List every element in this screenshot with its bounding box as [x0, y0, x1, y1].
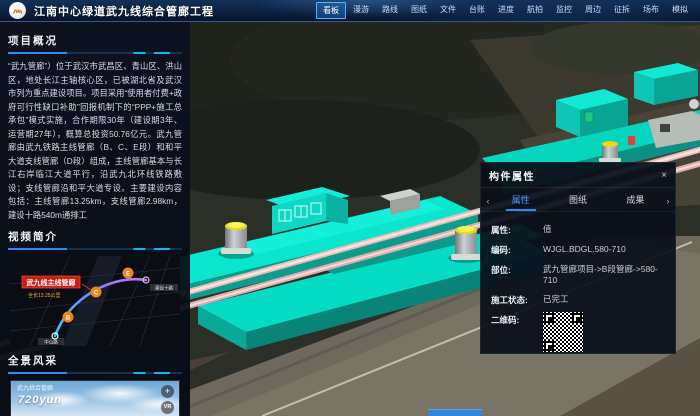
- field-list: 属性: 值 编码: WJGL.BDGL.580-710 部位: 武九管廊项目->…: [481, 212, 675, 352]
- nav-item-site-layout[interactable]: 场布: [637, 2, 665, 19]
- panel-header: 构件属性 ×: [481, 163, 675, 188]
- construction-status-value: 已完工: [543, 294, 569, 305]
- field-row-status: 施工状态: 已完工: [491, 294, 665, 306]
- field-row-qrcode: 二维码:: [491, 314, 665, 352]
- panorama-watermark: 720yun: [18, 394, 62, 406]
- route-map-sublabel: 全长13.25公里: [28, 292, 61, 299]
- svg-text:B: B: [66, 316, 71, 322]
- route-end-label: 建设十路: [155, 285, 173, 292]
- section-divider: [8, 372, 182, 374]
- tab-drawings[interactable]: 图纸: [549, 190, 606, 211]
- svg-text:C: C: [94, 291, 99, 297]
- left-panel: 项目概况 “武九管廊”）位于武汉市武昌区、青山区、洪山区，地处长江主轴核心区，已…: [0, 22, 190, 416]
- tab-results[interactable]: 成果: [607, 190, 664, 211]
- panorama-header-text: 武九综合管廊: [17, 383, 53, 392]
- chevron-left-icon[interactable]: ‹: [484, 196, 492, 206]
- nav-item-route[interactable]: 路线: [376, 2, 404, 19]
- nav-item-drawings[interactable]: 图纸: [405, 2, 433, 19]
- tab-attributes[interactable]: 属性: [492, 190, 549, 211]
- nav-item-aerial[interactable]: 航拍: [521, 2, 549, 19]
- svg-text:E: E: [126, 272, 130, 278]
- nav-item-surroundings[interactable]: 周边: [579, 2, 607, 19]
- qr-code: [543, 312, 583, 352]
- field-row-code: 编码: WJGL.BDGL.580-710: [491, 244, 665, 256]
- bottom-bar-button[interactable]: [428, 409, 482, 416]
- status-marker-green: [585, 112, 593, 122]
- panorama-widget[interactable]: 武九综合管廊 720yun + VR 武九综合管廊 管廊结构 管廊细节 管廊通风…: [10, 380, 180, 416]
- overview-body-text: “武九管廊”）位于武汉市武昌区、青山区、洪山区，地处长江主轴核心区，已被湖北省及…: [8, 60, 182, 222]
- main-nav: 看板 漫游 路线 图纸 文件 台账 进度 航拍 监控 周边 征拆 场布 模拟: [316, 2, 700, 19]
- nav-item-roam[interactable]: 漫游: [347, 2, 375, 19]
- panorama-section-title: 全景风采: [8, 353, 182, 368]
- page-title: 江南中心绿道武九线综合管廊工程: [34, 3, 214, 19]
- status-marker-red: [628, 136, 635, 145]
- field-row-location: 部位: 武九管廊项目->B段管廊->580-710: [491, 264, 665, 286]
- panel-title: 构件属性: [489, 168, 535, 183]
- segment-marker-c: C: [91, 287, 102, 298]
- nav-item-simulation[interactable]: 模拟: [666, 2, 694, 19]
- nav-item-demolition[interactable]: 征拆: [608, 2, 636, 19]
- app-logo-icon: [9, 2, 26, 19]
- nav-item-files[interactable]: 文件: [434, 2, 462, 19]
- top-bar: 江南中心绿道武九线综合管廊工程 看板 漫游 路线 图纸 文件 台账 进度 航拍 …: [0, 0, 700, 22]
- nav-item-monitoring[interactable]: 监控: [550, 2, 578, 19]
- component-properties-panel: 构件属性 × ‹ 属性 图纸 成果 › 属性: 值 编码: WJGL.BDGL.…: [480, 162, 676, 354]
- route-map-label: 武九线主线管廊: [27, 278, 76, 287]
- nav-item-progress[interactable]: 进度: [492, 2, 520, 19]
- route-map-image: 武九线主线管廊 全长13.25公里 B C E 中山路 建设十路: [10, 256, 180, 346]
- segment-marker-e: E: [123, 268, 134, 279]
- panel-tabs: ‹ 属性 图纸 成果 ›: [481, 188, 675, 212]
- video-section-title: 视频简介: [8, 229, 182, 244]
- section-divider: [8, 248, 182, 250]
- overview-section-title: 项目概况: [8, 33, 182, 48]
- field-row-attribute: 属性: 值: [491, 224, 665, 236]
- chevron-right-icon[interactable]: ›: [664, 196, 672, 206]
- nav-item-kanban[interactable]: 看板: [316, 2, 346, 19]
- section-divider: [8, 52, 182, 54]
- vent-shaft: [599, 141, 621, 162]
- video-thumbnail[interactable]: 武九线主线管廊 全长13.25公里 B C E 中山路 建设十路: [10, 256, 180, 346]
- close-icon[interactable]: ×: [661, 171, 667, 181]
- route-start-label: 中山路: [44, 339, 58, 346]
- nav-item-ledger[interactable]: 台账: [463, 2, 491, 19]
- segment-marker-b: B: [63, 312, 74, 323]
